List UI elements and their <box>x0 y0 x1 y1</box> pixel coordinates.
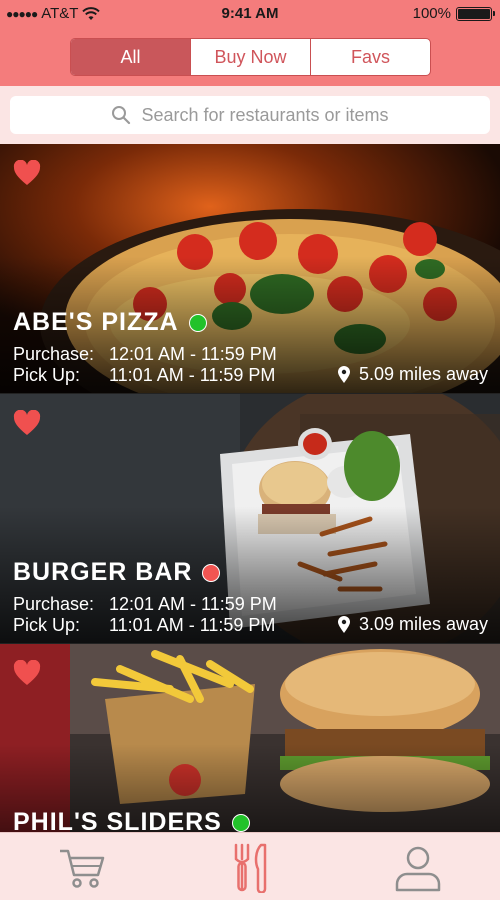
purchase-time: 12:01 AM - 11:59 PM <box>109 344 277 364</box>
restaurant-name: PHIL'S SLIDERS <box>13 808 222 832</box>
pickup-label: Pick Up: <box>13 365 81 385</box>
distance-label: 5.09 miles away <box>358 364 488 384</box>
battery-icon <box>456 6 495 21</box>
search-placeholder: Search for restaurants or items <box>141 104 389 125</box>
restaurant-hours: Purchase: 12:01 AM - 11:59 PM Pick Up: 11:… <box>13 594 277 636</box>
purchase-label: Purchase: <box>13 594 95 614</box>
segment-favs[interactable]: Favs <box>310 39 430 75</box>
segment-all[interactable]: All <box>71 39 190 75</box>
restaurant-name: ABE'S PIZZA <box>13 308 179 336</box>
tab-restaurants[interactable] <box>220 843 280 893</box>
cart-icon <box>60 849 105 888</box>
favorite-heart-icon[interactable] <box>13 410 41 436</box>
sliders-photo <box>0 644 500 832</box>
segment-buy-now[interactable]: Buy Now <box>190 39 310 75</box>
battery-percent: 100% <box>412 5 451 22</box>
restaurant-name-row: ABE'S PIZZA <box>13 308 207 337</box>
battery-info: 100% <box>412 5 495 22</box>
purchase-label: Purchase: <box>13 344 95 364</box>
status-bar: ●●●●● AT&T 9:41 AM 100% <box>0 0 500 28</box>
favorite-heart-icon[interactable] <box>13 160 41 186</box>
pickup-label: Pick Up: <box>13 615 81 635</box>
pickup-time: 11:01 AM - 11:59 PM <box>109 365 276 385</box>
tab-cart[interactable] <box>52 843 112 893</box>
filter-header: All Buy Now Favs <box>0 28 500 86</box>
purchase-time: 12:01 AM - 11:59 PM <box>109 594 277 614</box>
search-icon <box>112 106 131 125</box>
open-status-dot <box>188 313 207 332</box>
tab-profile[interactable] <box>388 843 448 893</box>
distance-label: 3.09 miles away <box>358 614 488 634</box>
favorite-heart-icon[interactable] <box>13 660 41 686</box>
search-area: Search for restaurants or items <box>0 86 500 144</box>
restaurant-list: ABE'S PIZZA Purchase: 12:01 AM - 11:59 PM… <box>0 144 500 832</box>
pickup-time: 11:01 AM - 11:59 PM <box>109 615 276 635</box>
restaurant-name-row: PHIL'S SLIDERS <box>13 808 250 832</box>
restaurant-name: BURGER BAR <box>13 558 193 586</box>
filter-segmented-control: All Buy Now Favs <box>70 38 431 76</box>
location-pin-icon <box>337 615 350 633</box>
location-pin-icon <box>337 365 350 383</box>
open-status-dot <box>231 813 250 832</box>
bottom-tab-bar <box>0 832 500 900</box>
user-icon <box>395 846 441 892</box>
search-input[interactable]: Search for restaurants or items <box>10 96 490 134</box>
restaurant-hours: Purchase: 12:01 AM - 11:59 PM Pick Up: 11:… <box>13 344 277 386</box>
distance-info: 5.09 miles away <box>337 364 488 385</box>
fork-knife-icon <box>234 843 267 893</box>
restaurant-name-row: BURGER BAR <box>13 558 221 587</box>
distance-info: 3.09 miles away <box>337 614 488 635</box>
restaurant-card[interactable]: ABE'S PIZZA Purchase: 12:01 AM - 11:59 PM… <box>0 144 500 394</box>
closed-status-dot <box>202 563 221 582</box>
restaurant-card[interactable]: PHIL'S SLIDERS <box>0 644 500 832</box>
restaurant-card[interactable]: BURGER BAR Purchase: 12:01 AM - 11:59 PM … <box>0 394 500 644</box>
